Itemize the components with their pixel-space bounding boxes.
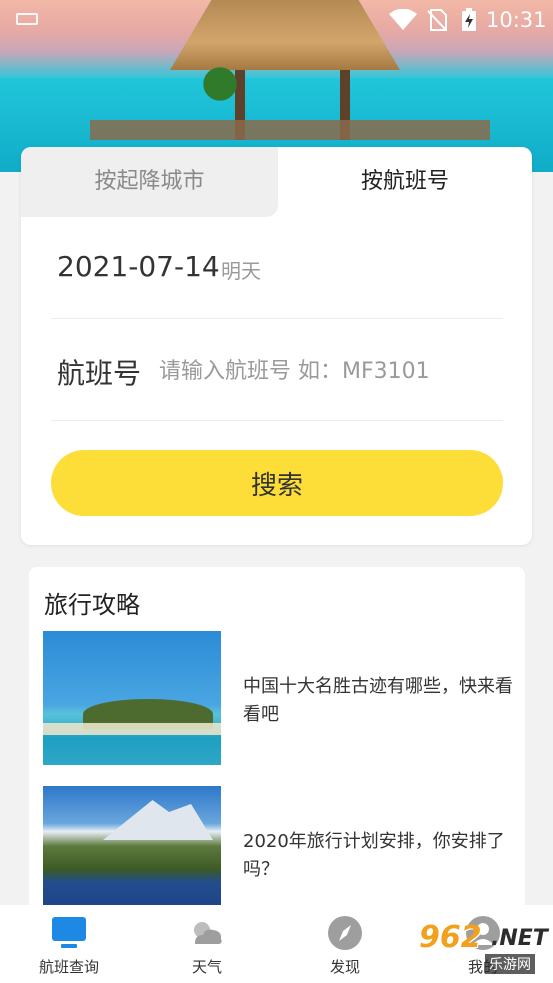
nav-weather[interactable]: 天气 — [162, 905, 252, 983]
article-title: 2020年旅行计划安排，你安排了吗？ — [243, 831, 505, 880]
compass-icon — [328, 916, 362, 950]
watermark-number: 962 — [419, 920, 482, 955]
mountain-shape — [103, 800, 213, 840]
status-time: 10:31 — [486, 8, 547, 32]
flight-search-card: 按起降城市 按航班号 2021-07-14 明天 航班号 搜索 — [21, 147, 532, 545]
list-item[interactable]: 中国十大名胜古迹有哪些，快来看看吧 — [43, 631, 513, 765]
flight-number-input[interactable] — [159, 349, 499, 393]
battery-charging-icon — [462, 8, 476, 31]
nav-label: 航班查询 — [38, 958, 99, 976]
tab-by-flight-number[interactable]: 按航班号 — [278, 147, 532, 217]
beach-shape — [43, 723, 221, 735]
search-button[interactable]: 搜索 — [51, 450, 503, 516]
travel-guide-section: 旅行攻略 中国十大名胜古迹有哪些，快来看看吧 2020年旅行计划安排，你安排了吗… — [29, 567, 525, 912]
section-title: 旅行攻略 — [44, 591, 140, 619]
date-picker-row[interactable]: 2021-07-14 明天 — [51, 217, 503, 319]
watermark-subtitle: 乐游网 — [485, 954, 535, 974]
site-watermark-logo: 962 .NET 乐游网 — [415, 920, 549, 974]
keyboard-icon — [16, 13, 38, 25]
nav-label: 发现 — [329, 958, 360, 976]
tab-by-city[interactable]: 按起降城市 — [21, 147, 278, 217]
selected-date: 2021-07-14 — [57, 250, 220, 283]
palm-tree — [200, 60, 240, 120]
flight-number-row: 航班号 — [51, 319, 503, 421]
article-thumbnail — [43, 786, 221, 912]
nav-label: 天气 — [191, 958, 222, 976]
nav-discover[interactable]: 发现 — [300, 905, 390, 983]
nav-flight-query[interactable]: 航班查询 — [24, 905, 114, 983]
watermark-domain: .NET — [491, 926, 548, 951]
weather-icon — [194, 922, 222, 944]
article-thumbnail — [43, 631, 221, 765]
flight-number-label: 航班号 — [57, 357, 142, 390]
monitor-icon — [52, 917, 86, 948]
wifi-icon — [389, 9, 417, 30]
no-sim-icon — [427, 9, 447, 31]
deck — [90, 120, 490, 140]
article-title: 中国十大名胜古迹有哪些，快来看看吧 — [243, 676, 513, 725]
search-mode-tabs: 按起降城市 按航班号 — [21, 147, 532, 217]
relative-date-label: 明天 — [221, 259, 261, 283]
status-bar: 10:31 — [0, 0, 553, 40]
list-item[interactable]: 2020年旅行计划安排，你安排了吗？ — [43, 786, 513, 912]
